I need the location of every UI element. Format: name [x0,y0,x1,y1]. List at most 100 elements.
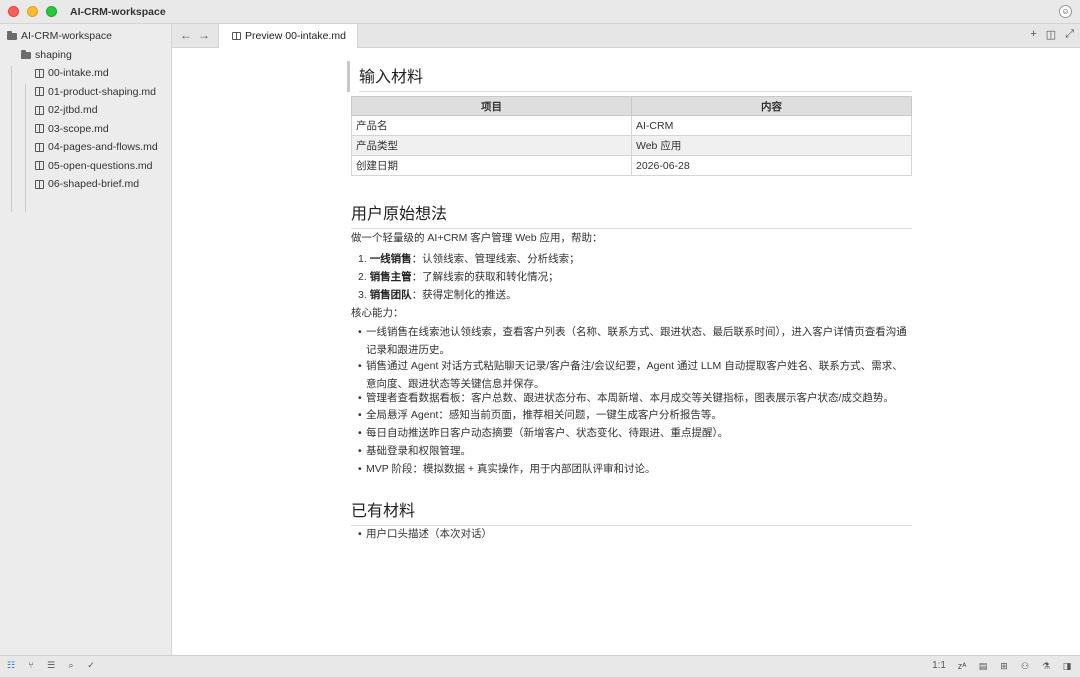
terminal-icon[interactable]: ▤ [978,661,988,671]
list-item: 管理者查看数据看板：客户总数、跟进状态分布、本周新增、本月成交等关键指标，图表展… [358,389,913,407]
tree-file-item[interactable]: 02-jtbd.md [0,101,171,120]
markdown-file-icon [35,68,44,78]
table-cell: 创建日期 [351,155,632,176]
list-bold: 一线销售 [369,253,412,265]
table-cell: Web 应用 [631,135,912,156]
outline-icon[interactable]: ☰ [46,660,56,670]
list-number: 3. [358,289,367,301]
table-row: 创建日期 2026-06-28 [351,155,912,176]
title-bar: AI-CRM-workspace ☺ [0,0,1080,24]
tree-file-item[interactable]: 05-open-questions.md [0,157,171,176]
expand-icon[interactable]: ⤢ [1065,28,1074,41]
list-bold: 销售主管 [369,271,412,283]
markdown-file-icon [35,105,44,115]
tree-file-label: 04-pages-and-flows.md [48,141,158,154]
new-tab-icon[interactable]: + [1030,28,1036,41]
table-header-row: 项目 内容 [351,96,912,116]
tree-file-label: 01-product-shaping.md [48,85,156,98]
tree-root-folder[interactable]: AI-CRM-workspace [0,27,171,46]
zoom-level[interactable]: 1:1 [932,660,946,671]
list-item: 1. 一线销售：认领线索、管理线索、分析线索； [358,251,580,266]
list-item: 全局悬浮 Agent：感知当前页面，推荐相关问题，一键生成客户分析报告等。 [358,406,913,424]
status-bar: ☷ ⑂ ☰ ⌕ ✓ 1:1 zᴬ ▤ ⊞ ⚇ ⚗ ◨ [0,655,1080,677]
tree-file-label: 02-jtbd.md [48,104,98,117]
files-icon[interactable]: ☷ [6,660,16,670]
window-controls [8,6,57,17]
panel-toggle-icon[interactable]: ◨ [1062,661,1072,671]
heading-user-ideas: 用户原始想法 [351,200,912,229]
tree-file-item[interactable]: 04-pages-and-flows.md [0,138,171,157]
list-item: 一线销售在线索池认领线索，查看客户列表（名称、联系方式、跟进状态、最后联系时间）… [358,323,913,359]
info-table: 项目 内容 产品名 AI-CRM 产品类型 Web 应用 创建日期 2026-0… [351,96,912,176]
minimize-window-button[interactable] [27,6,38,17]
tree-file-item[interactable]: 03-scope.md [0,120,171,139]
tree-file-item[interactable]: 06-shaped-brief.md [0,175,171,194]
extensions-icon[interactable]: ⚗ [1041,661,1051,671]
section-heading-block: 已有材料 [351,497,912,526]
tab-bar: ← → Preview 00-intake.md + ◫ ⤢ [172,24,1080,48]
tree-file-item[interactable]: 00-intake.md [0,64,171,83]
intro-paragraph: 做一个轻量级的 AI+CRM 客户管理 Web 应用，帮助： [351,232,603,244]
grid-icon[interactable]: ⊞ [999,661,1009,671]
file-explorer-sidebar: AI-CRM-workspace shaping 00-intake.md 01… [0,24,172,655]
list-number: 2. [358,271,367,283]
table-cell: 产品名 [351,115,632,136]
sleep-icon[interactable]: zᴬ [957,661,967,671]
section-heading-block: 用户原始想法 [351,200,912,229]
markdown-file-icon [35,124,44,134]
search-icon[interactable]: ⌕ [66,660,76,670]
close-window-button[interactable] [8,6,19,17]
forward-arrow-icon[interactable]: → [198,28,210,42]
table-row: 产品类型 Web 应用 [351,135,912,156]
markdown-file-icon [232,32,241,40]
list-number: 1. [358,253,367,265]
tree-root-label: AI-CRM-workspace [21,30,113,43]
tree-file-item[interactable]: 01-product-shaping.md [0,83,171,102]
markdown-preview-pane[interactable]: 输入材料 项目 内容 产品名 AI-CRM 产品类型 Web 应用 创建日期 2… [172,48,1080,655]
tree-file-label: 03-scope.md [48,122,109,135]
markdown-file-icon [35,142,44,152]
tree-file-label: 00-intake.md [48,67,109,80]
tab-actions: + ◫ ⤢ [1030,28,1074,41]
users-icon[interactable]: ⚇ [1020,661,1030,671]
table-cell: 2026-06-28 [631,155,912,176]
section-heading-block: 输入材料 [347,61,912,92]
zoom-window-button[interactable] [46,6,57,17]
split-view-icon[interactable]: ◫ [1046,28,1056,41]
tab-preview-intake[interactable]: Preview 00-intake.md [218,24,358,48]
list-bold: 销售团队 [369,289,412,301]
table-cell: AI-CRM [631,115,912,136]
git-branch-icon[interactable]: ⑂ [26,660,36,670]
heading-input-materials: 输入材料 [359,63,912,92]
folder-icon [21,49,31,59]
tree-file-label: 06-shaped-brief.md [48,178,140,191]
user-avatar-icon[interactable]: ☺ [1059,5,1072,18]
list-text: ：了解线索的获取和转化情况； [411,271,559,283]
markdown-file-icon [35,161,44,171]
list-item: 每日自动推送昨日客户动态摘要（新增客户、状态变化、待跟进、重点提醒）。 [358,424,913,442]
back-arrow-icon[interactable]: ← [180,28,192,42]
status-left-tools: ☷ ⑂ ☰ ⌕ ✓ [6,660,96,670]
list-item: 2. 销售主管：了解线索的获取和转化情况； [358,269,559,284]
list-item: 3. 销售团队：获得定制化的推送。 [358,287,517,302]
core-capabilities-label: 核心能力： [351,307,404,319]
list-item: 基础登录和权限管理。 [358,442,913,460]
list-item: 用户口头描述（本次对话） [358,525,913,543]
tree-folder-shaping[interactable]: shaping [0,46,171,65]
list-text: ：认领线索、管理线索、分析线索； [411,253,580,265]
tab-label: Preview 00-intake.md [245,30,346,42]
check-icon[interactable]: ✓ [86,660,96,670]
status-right-tools: 1:1 zᴬ ▤ ⊞ ⚇ ⚗ ◨ [932,660,1072,671]
table-cell: 产品类型 [351,135,632,156]
markdown-file-icon [35,179,44,189]
table-header-cell: 内容 [631,96,912,116]
list-text: ：获得定制化的推送。 [411,289,517,301]
list-item: 销售通过 Agent 对话方式粘贴聊天记录/客户备注/会议纪要，Agent 通过… [358,357,913,393]
list-item: MVP 阶段：模拟数据 + 真实操作，用于内部团队评审和讨论。 [358,460,913,478]
window-title: AI-CRM-workspace [70,5,166,18]
table-row: 产品名 AI-CRM [351,115,912,136]
table-header-cell: 项目 [351,96,632,116]
markdown-file-icon [35,87,44,97]
tree-folder-label: shaping [35,48,72,61]
heading-existing-materials: 已有材料 [351,497,912,526]
